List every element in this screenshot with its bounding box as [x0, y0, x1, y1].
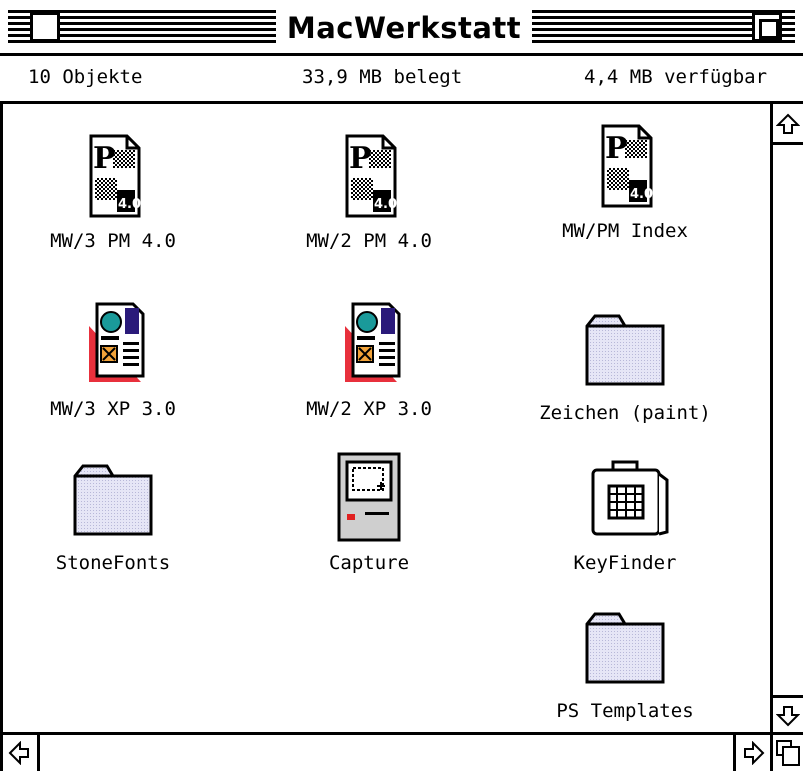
up-arrow-icon [776, 113, 800, 134]
folder-stonefonts[interactable]: StoneFonts [3, 450, 223, 574]
file-mw-pm-index[interactable]: P 4.0 MW/PM Index [515, 118, 735, 242]
app-capture[interactable]: Capture [259, 450, 479, 574]
left-arrow-icon [8, 741, 29, 765]
file-mw3-xp[interactable]: MW/3 XP 3.0 [3, 296, 223, 420]
zoom-icon [759, 19, 779, 39]
app-keyfinder[interactable]: KeyFinder [515, 450, 735, 574]
folder-icon [575, 598, 675, 698]
file-label: MW/PM Index [562, 220, 688, 242]
file-label: MW/3 XP 3.0 [50, 398, 176, 420]
close-box[interactable] [30, 12, 60, 42]
svg-text:P: P [93, 141, 116, 176]
vertical-scrollbar[interactable] [770, 104, 803, 732]
item-count: 10 Objekte [28, 66, 143, 88]
quarkxpress-doc-icon [63, 296, 163, 396]
keyfinder-app-icon [575, 450, 675, 550]
title-bar[interactable]: MacWerkstatt [0, 0, 803, 56]
folder-zeichen[interactable]: Zeichen (paint) [515, 300, 735, 424]
quarkxpress-doc-icon [319, 296, 419, 396]
right-arrow-icon [744, 741, 765, 765]
horizontal-scrollbar[interactable] [0, 732, 770, 771]
icon-view[interactable]: P 4.0 MW/3 PM 4.0 P 4.0 MW/2 PM 4.0 P 4.… [0, 104, 770, 732]
window-title: MacWerkstatt [276, 8, 532, 48]
down-arrow-icon [776, 706, 800, 727]
pagemaker-doc-icon: P 4.0 [575, 118, 675, 218]
folder-icon [63, 450, 163, 550]
svg-text:4.0: 4.0 [118, 197, 141, 212]
folder-icon [575, 300, 675, 400]
info-bar: 10 Objekte 33,9 MB belegt 4,4 MB verfügb… [0, 56, 803, 104]
svg-text:P: P [349, 141, 372, 176]
file-label: MW/3 PM 4.0 [50, 230, 176, 252]
folder-label: StoneFonts [55, 552, 171, 574]
pagemaker-doc-icon: P 4.0 [63, 128, 163, 228]
grow-box-icon [776, 740, 800, 766]
file-label: MW/2 PM 4.0 [306, 230, 432, 252]
folder-label: Zeichen (paint) [539, 402, 711, 424]
scroll-right-arrow[interactable] [733, 735, 770, 771]
file-label: MW/2 XP 3.0 [306, 398, 432, 420]
app-label: KeyFinder [573, 552, 677, 574]
disk-free: 4,4 MB verfügbar [584, 66, 768, 88]
zoom-box[interactable] [752, 12, 782, 42]
svg-text:4.0: 4.0 [630, 187, 653, 202]
file-mw3-pm[interactable]: P 4.0 MW/3 PM 4.0 [3, 128, 223, 252]
disk-used: 33,9 MB belegt [302, 66, 463, 88]
finder-window: MacWerkstatt 10 Objekte 33,9 MB belegt 4… [0, 0, 803, 771]
svg-text:4.0: 4.0 [374, 197, 397, 212]
scroll-left-arrow[interactable] [3, 735, 40, 771]
svg-text:P: P [605, 131, 628, 166]
file-mw2-xp[interactable]: MW/2 XP 3.0 [259, 296, 479, 420]
folder-label: PS Templates [556, 700, 694, 722]
resize-handle[interactable] [770, 732, 803, 771]
file-mw2-pm[interactable]: P 4.0 MW/2 PM 4.0 [259, 128, 479, 252]
folder-ps-templates[interactable]: PS Templates [515, 598, 735, 722]
macintosh-app-icon [319, 450, 419, 550]
app-label: Capture [328, 552, 410, 574]
scroll-up-arrow[interactable] [773, 108, 803, 145]
scroll-down-arrow[interactable] [773, 695, 803, 732]
pagemaker-doc-icon: P 4.0 [319, 128, 419, 228]
